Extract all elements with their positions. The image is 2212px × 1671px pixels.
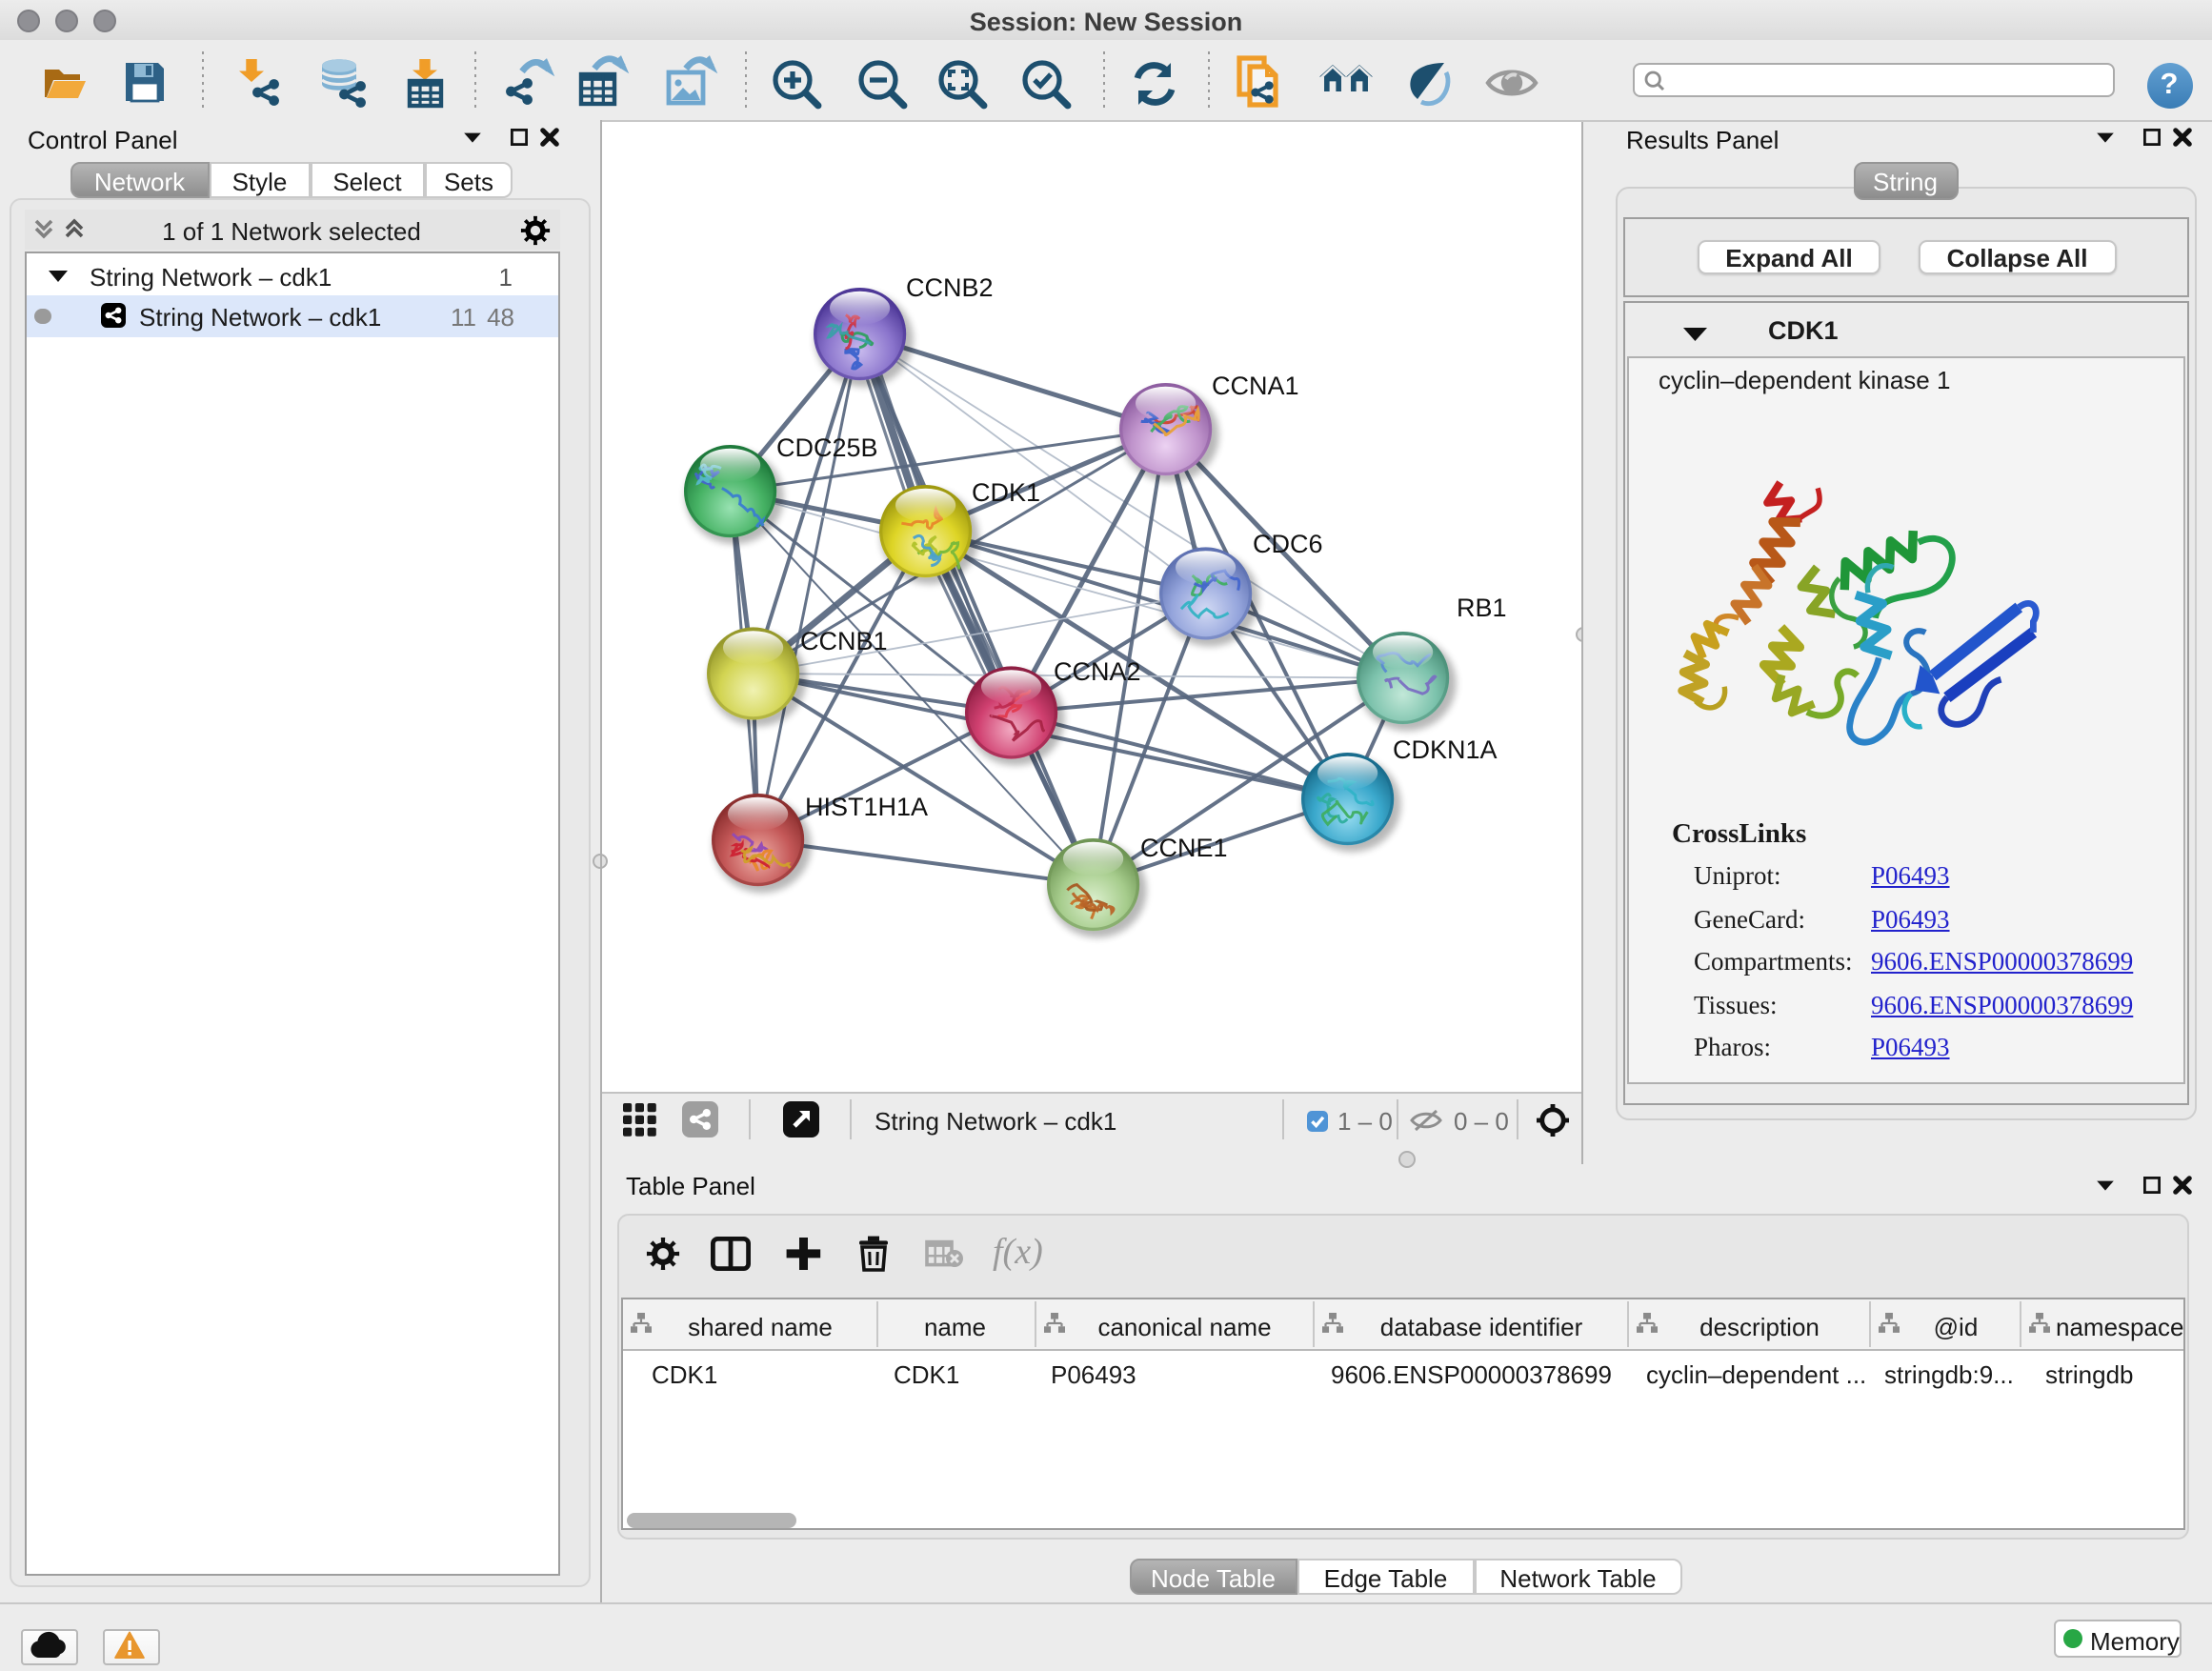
svg-text:CCNB2: CCNB2 [906, 272, 994, 301]
svg-text:CDC25B: CDC25B [776, 433, 878, 461]
svg-text:CDC6: CDC6 [1253, 529, 1323, 557]
svg-text:CCNA2: CCNA2 [1054, 656, 1141, 685]
svg-text:CDK1: CDK1 [972, 477, 1040, 506]
svg-text:CCNB1: CCNB1 [800, 626, 888, 654]
svg-text:CCNE1: CCNE1 [1140, 833, 1228, 861]
svg-text:CCNA1: CCNA1 [1212, 371, 1299, 399]
svg-text:RB1: RB1 [1457, 593, 1507, 621]
svg-text:CDKN1A: CDKN1A [1393, 735, 1498, 763]
svg-text:HIST1H1A: HIST1H1A [805, 792, 928, 820]
